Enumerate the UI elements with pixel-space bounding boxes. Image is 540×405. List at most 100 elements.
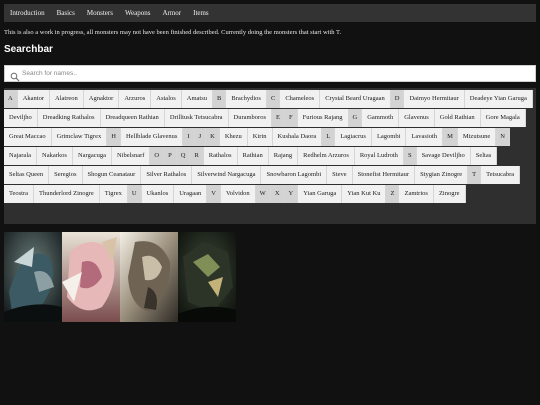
monster-link[interactable]: Teostra	[4, 185, 35, 203]
monster-link[interactable]: Gold Rathian	[434, 109, 481, 127]
monster-link[interactable]: Silver Rathalos	[141, 166, 193, 184]
monster-link[interactable]: Alatreon	[50, 90, 84, 108]
monster-link[interactable]: Dreadking Rathalos	[37, 109, 101, 127]
monster-link[interactable]: Agnaktor	[83, 90, 120, 108]
monster-link[interactable]: Gore Magala	[480, 109, 526, 127]
letter-index-a: A	[4, 90, 18, 108]
letter-index-y: Y	[284, 185, 299, 203]
monster-link[interactable]: Crystal Beard Uragaan	[320, 90, 391, 108]
monster-link[interactable]: Tetsucabra	[481, 166, 521, 184]
monster-link[interactable]: Gammoth	[362, 109, 400, 127]
monster-link[interactable]: Chameleos	[280, 90, 321, 108]
monster-image-strip	[4, 232, 236, 322]
monster-link[interactable]: Tigrex	[99, 185, 128, 203]
monster-link[interactable]: Seltas	[470, 147, 498, 165]
monster-link[interactable]: Stygian Zinogre	[415, 166, 469, 184]
monster-link[interactable]: Shogun Ceanataur	[82, 166, 142, 184]
work-in-progress-notice: This is also a work in progress, all mon…	[4, 29, 342, 36]
letter-index-u: U	[127, 185, 142, 203]
monster-link[interactable]: Nargacuga	[72, 147, 112, 165]
monster-link[interactable]: Stonefist Hermitaur	[352, 166, 416, 184]
monster-link[interactable]: Snowbaron Lagombi	[261, 166, 328, 184]
letter-index-b: B	[213, 90, 227, 108]
monster-link[interactable]: Duramboros	[228, 109, 272, 127]
letter-index-f: F	[284, 109, 298, 127]
letter-index-s: S	[403, 147, 417, 165]
monster-link[interactable]: Furious Rajang	[297, 109, 349, 127]
letter-index-p: P	[164, 147, 177, 165]
monster-link[interactable]: Thunderlord Zinogre	[34, 185, 100, 203]
monster-link[interactable]: Deadeye Yian Garuga	[464, 90, 533, 108]
monster-link[interactable]: Kirin	[247, 128, 273, 146]
monster-link[interactable]: Drilltusk Tetsucabra	[164, 109, 229, 127]
search-bar[interactable]	[4, 65, 536, 82]
letter-index-d: D	[390, 90, 405, 108]
letter-index-x: X	[270, 185, 285, 203]
monster-link[interactable]: Arzuros	[119, 90, 152, 108]
search-icon	[10, 69, 20, 81]
nav-items[interactable]: Items	[187, 4, 215, 22]
search-input[interactable]	[20, 70, 522, 77]
letter-index-n: N	[496, 128, 510, 146]
monster-link[interactable]: Amatsu	[181, 90, 214, 108]
nav-monsters[interactable]: Monsters	[81, 4, 119, 22]
monster-link[interactable]: Uragaan	[174, 185, 208, 203]
letter-index-j: J	[194, 128, 207, 146]
letter-index-r: R	[190, 147, 204, 165]
monster-link[interactable]: Lagiacrus	[335, 128, 372, 146]
monster-link[interactable]: Savage Deviljho	[416, 147, 471, 165]
monster-link[interactable]: Ukanlos	[141, 185, 175, 203]
nav-basics[interactable]: Basics	[51, 4, 81, 22]
monster-link[interactable]: Mizutsune	[457, 128, 497, 146]
monster-link[interactable]: Brachydios	[226, 90, 267, 108]
monster-image-3	[120, 232, 178, 322]
monster-link[interactable]: Nakarkos	[37, 147, 73, 165]
letter-index-z: Z	[386, 185, 400, 203]
monster-link[interactable]: Akantor	[17, 90, 51, 108]
monster-link[interactable]: Grimclaw Tigrex	[51, 128, 108, 146]
searchbar-heading: Searchbar	[4, 44, 53, 55]
monster-link[interactable]: Yian Garuga	[298, 185, 343, 203]
monster-link[interactable]: Deviljho	[4, 109, 38, 127]
monster-link[interactable]: Yian Kut Ku	[342, 185, 387, 203]
nav-weapons[interactable]: Weapons	[119, 4, 156, 22]
letter-index-l: L	[322, 128, 336, 146]
monster-link[interactable]: Silverwind Nargacuga	[192, 166, 262, 184]
monster-link[interactable]: Seltas Queen	[4, 166, 50, 184]
monster-link[interactable]: Steve	[327, 166, 353, 184]
monster-link[interactable]: Zamtrios	[399, 185, 434, 203]
monster-link[interactable]: Lagombi	[371, 128, 407, 146]
monster-link[interactable]: Lavasioth	[406, 128, 444, 146]
monster-link[interactable]: Nibelsnarf	[111, 147, 151, 165]
monster-link[interactable]: Najarala	[4, 147, 38, 165]
monster-image-4	[178, 232, 236, 322]
letter-index-e: E	[272, 109, 285, 127]
letter-index-t: T	[468, 166, 482, 184]
monster-link[interactable]: Khezu	[219, 128, 248, 146]
monster-link[interactable]: Kushala Daora	[272, 128, 323, 146]
monster-link[interactable]: Hellblade Glavenus	[120, 128, 184, 146]
monster-image-2	[62, 232, 120, 322]
monster-link[interactable]: Seregios	[49, 166, 83, 184]
monster-link[interactable]: Rathian	[237, 147, 269, 165]
top-navigation: Introduction Basics Monsters Weapons Armor It…	[4, 4, 536, 22]
letter-index-i: I	[183, 128, 195, 146]
monster-name-list: A Akantor Alatreon Agnaktor Arzuros Astalos Am…	[4, 88, 536, 224]
nav-introduction[interactable]: Introduction	[4, 4, 51, 22]
monster-link[interactable]: Astalos	[151, 90, 182, 108]
monster-link[interactable]: Volvidon	[220, 185, 256, 203]
monster-link[interactable]: Daimyo Hermitaur	[404, 90, 465, 108]
letter-index-v: V	[207, 185, 221, 203]
monster-link[interactable]: Redhelm Arzuros	[298, 147, 355, 165]
monster-link[interactable]: Dreadqueen Rathian	[100, 109, 165, 127]
monster-link[interactable]: Glavenus	[399, 109, 435, 127]
monster-link[interactable]: Rajang	[268, 147, 299, 165]
monster-link[interactable]: Royal Ludroth	[354, 147, 404, 165]
letter-index-o: O	[150, 147, 165, 165]
monster-link[interactable]: Zinogre	[433, 185, 466, 203]
nav-armor[interactable]: Armor	[156, 4, 187, 22]
letter-index-g: G	[348, 109, 363, 127]
monster-link[interactable]: Great Maccao	[4, 128, 52, 146]
letter-index-m: M	[443, 128, 458, 146]
monster-link[interactable]: Rathalos	[203, 147, 238, 165]
